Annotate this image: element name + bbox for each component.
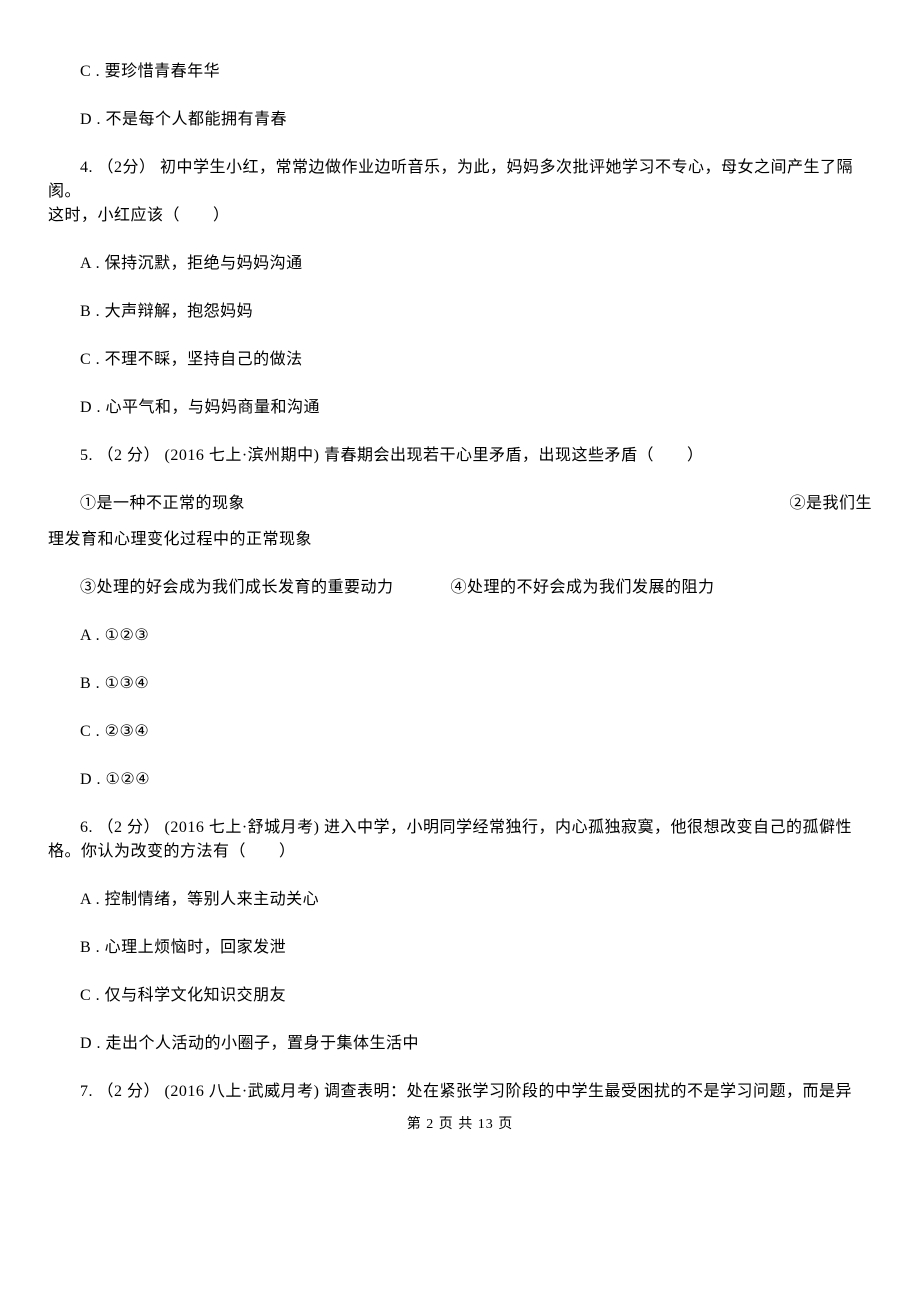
- statement-2-cont: 理发育和心理变化过程中的正常现象: [48, 531, 312, 548]
- question-text: 7. （2 分） (2016 八上·武威月考) 调查表明：处在紧张学习阶段的中学…: [80, 1083, 852, 1100]
- statement-2: ②是我们生: [757, 492, 872, 516]
- q4-option-a: A . 保持沉默，拒绝与妈妈沟通: [48, 252, 872, 276]
- question-text: 5. （2 分） (2016 七上·滨州期中) 青春期会出现若干心里矛盾，出现这…: [80, 447, 704, 464]
- option-text: B . 大声辩解，抱怨妈妈: [80, 303, 253, 320]
- option-text: A . 控制情绪，等别人来主动关心: [80, 891, 319, 908]
- question-text: 这时，小红应该（ ）: [48, 207, 230, 224]
- q4-option-b: B . 大声辩解，抱怨妈妈: [48, 300, 872, 324]
- option-text: D . 走出个人活动的小圈子，置身于集体生活中: [80, 1035, 419, 1052]
- question-text: 格。你认为改变的方法有（ ）: [48, 843, 296, 860]
- q4-stem-line1: 4. （2分） 初中学生小红，常常边做作业边听音乐，为此，妈妈多次批评她学习不专…: [48, 156, 872, 204]
- option-text: C . 要珍惜青春年华: [80, 63, 220, 80]
- q4-option-c: C . 不理不睬，坚持自己的做法: [48, 348, 872, 372]
- q6-option-c: C . 仅与科学文化知识交朋友: [48, 984, 872, 1008]
- q5-option-b: B . ①③④: [48, 672, 872, 696]
- q5-statements-row1-cont: 理发育和心理变化过程中的正常现象: [48, 528, 872, 552]
- q3-option-d: D . 不是每个人都能拥有青春: [48, 108, 872, 132]
- q5-option-d: D . ①②④: [48, 768, 872, 792]
- q3-option-c: C . 要珍惜青春年华: [48, 60, 872, 84]
- q4-stem-line2: 这时，小红应该（ ）: [48, 204, 872, 228]
- q6-option-a: A . 控制情绪，等别人来主动关心: [48, 888, 872, 912]
- option-text: D . 不是每个人都能拥有青春: [80, 111, 287, 128]
- q6-option-b: B . 心理上烦恼时，回家发泄: [48, 936, 872, 960]
- option-text: C . ②③④: [80, 723, 149, 740]
- option-text: A . 保持沉默，拒绝与妈妈沟通: [80, 255, 303, 272]
- q5-option-c: C . ②③④: [48, 720, 872, 744]
- question-text: 4. （2分） 初中学生小红，常常边做作业边听音乐，为此，妈妈多次批评她学习不专…: [48, 159, 853, 200]
- option-text: C . 不理不睬，坚持自己的做法: [80, 351, 303, 368]
- q4-option-d: D . 心平气和，与妈妈商量和沟通: [48, 396, 872, 420]
- option-text: D . ①②④: [80, 771, 150, 788]
- statement-1: ①是一种不正常的现象: [48, 492, 245, 516]
- option-text: D . 心平气和，与妈妈商量和沟通: [80, 399, 320, 416]
- option-text: B . 心理上烦恼时，回家发泄: [80, 939, 286, 956]
- statement-4: ④处理的不好会成为我们发展的阻力: [451, 579, 715, 596]
- option-text: C . 仅与科学文化知识交朋友: [80, 987, 286, 1004]
- option-text: A . ①②③: [80, 627, 149, 644]
- q6-stem-line1: 6. （2 分） (2016 七上·舒城月考) 进入中学，小明同学经常独行，内心…: [48, 816, 872, 840]
- q5-stem: 5. （2 分） (2016 七上·滨州期中) 青春期会出现若干心里矛盾，出现这…: [48, 444, 872, 468]
- statement-3: ③处理的好会成为我们成长发育的重要动力: [80, 579, 394, 596]
- footer-text: 第 2 页 共 13 页: [407, 1117, 514, 1132]
- q5-option-a: A . ①②③: [48, 624, 872, 648]
- question-text: 6. （2 分） (2016 七上·舒城月考) 进入中学，小明同学经常独行，内心…: [80, 819, 852, 836]
- q7-stem-line1: 7. （2 分） (2016 八上·武威月考) 调查表明：处在紧张学习阶段的中学…: [48, 1080, 872, 1104]
- q6-option-d: D . 走出个人活动的小圈子，置身于集体生活中: [48, 1032, 872, 1056]
- option-text: B . ①③④: [80, 675, 149, 692]
- q5-statements-row1: ①是一种不正常的现象 ②是我们生: [48, 492, 872, 516]
- q5-statements-row2: ③处理的好会成为我们成长发育的重要动力 ④处理的不好会成为我们发展的阻力: [48, 576, 872, 600]
- q6-stem-line2: 格。你认为改变的方法有（ ）: [48, 840, 872, 864]
- page-footer: 第 2 页 共 13 页: [48, 1114, 872, 1135]
